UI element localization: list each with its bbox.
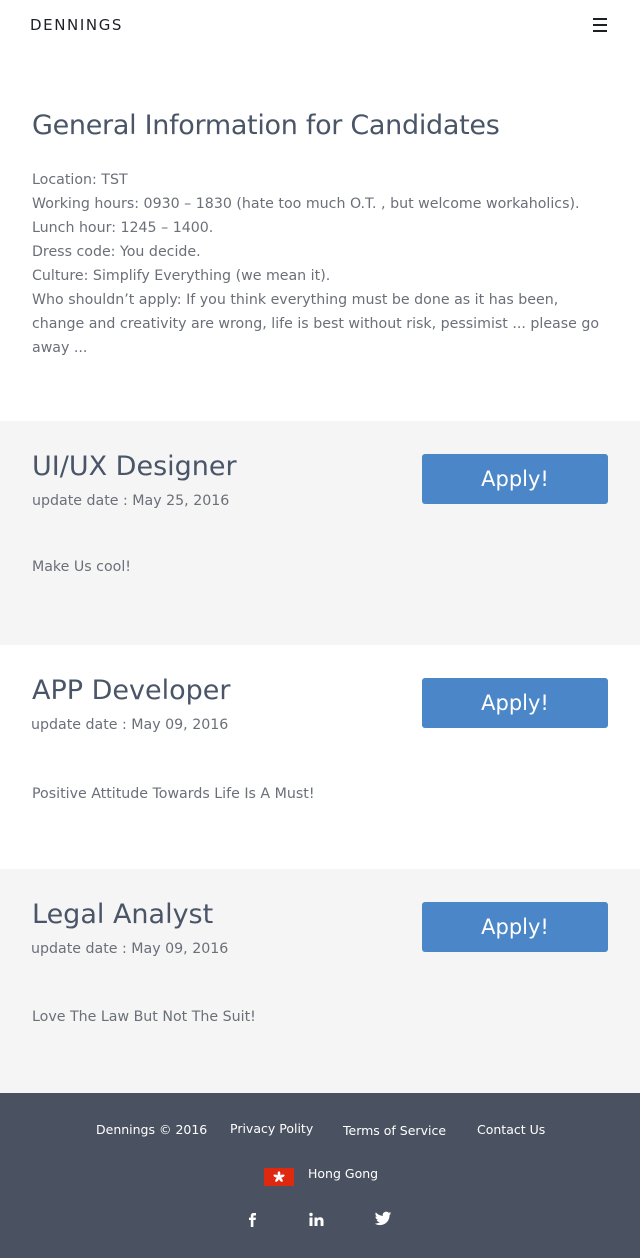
copyright-text: Dennings © 2016	[96, 1122, 208, 1137]
apply-button[interactable]: Apply!	[422, 454, 608, 504]
info-lines: Location: TST Working hours: 0930 – 1830…	[32, 168, 612, 360]
general-info-section: General Information for Candidates Locat…	[0, 50, 640, 421]
hong-kong-flag-icon	[264, 1168, 294, 1186]
info-line-dress-code: Dress code: You decide.	[32, 244, 201, 260]
logo[interactable]: DENNINGS	[30, 16, 123, 34]
info-line-location: Location: TST	[32, 172, 128, 188]
info-line-who-shouldnt-apply: Who shouldn’t apply: If you think everyt…	[32, 292, 600, 356]
apply-button[interactable]: Apply!	[422, 678, 608, 728]
site-footer: Dennings © 2016 Privacy Polity Terms of …	[0, 1093, 640, 1258]
job-posting: APP Developer update date : May 09, 2016…	[0, 645, 640, 869]
info-line-culture: Culture: Simplify Everything (we mean it…	[32, 268, 331, 284]
job-description: Make Us cool!	[32, 559, 131, 575]
contact-link[interactable]: Contact Us	[477, 1122, 545, 1137]
site-header: DENNINGS	[0, 0, 640, 50]
job-posting: UI/UX Designer update date : May 25, 201…	[0, 421, 640, 645]
hamburger-menu-icon[interactable]	[590, 16, 610, 34]
job-update-date: update date : May 09, 2016	[31, 941, 229, 957]
page-title: General Information for Candidates	[32, 110, 500, 141]
privacy-link[interactable]: Privacy Polity	[230, 1121, 313, 1136]
job-title: APP Developer	[32, 675, 231, 706]
info-line-working-hours: Working hours: 0930 – 1830 (hate too muc…	[32, 196, 580, 212]
job-description: Positive Attitude Towards Life Is A Must…	[32, 786, 315, 802]
info-line-lunch-hour: Lunch hour: 1245 – 1400.	[32, 220, 214, 236]
job-description: Love The Law But Not The Suit!	[32, 1009, 256, 1025]
region-label: Hong Gong	[308, 1166, 379, 1181]
terms-link[interactable]: Terms of Service	[343, 1123, 446, 1138]
facebook-icon[interactable]	[245, 1211, 265, 1231]
linkedin-icon[interactable]	[308, 1211, 328, 1231]
job-title: UI/UX Designer	[32, 451, 237, 482]
job-update-date: update date : May 25, 2016	[32, 493, 230, 509]
footer-links: Dennings © 2016 Privacy Polity Terms of …	[0, 1121, 640, 1141]
job-update-date: update date : May 09, 2016	[31, 717, 229, 733]
job-posting: Legal Analyst update date : May 09, 2016…	[0, 869, 640, 1093]
job-title: Legal Analyst	[32, 899, 214, 930]
twitter-icon[interactable]	[374, 1211, 394, 1231]
apply-button[interactable]: Apply!	[422, 902, 608, 952]
